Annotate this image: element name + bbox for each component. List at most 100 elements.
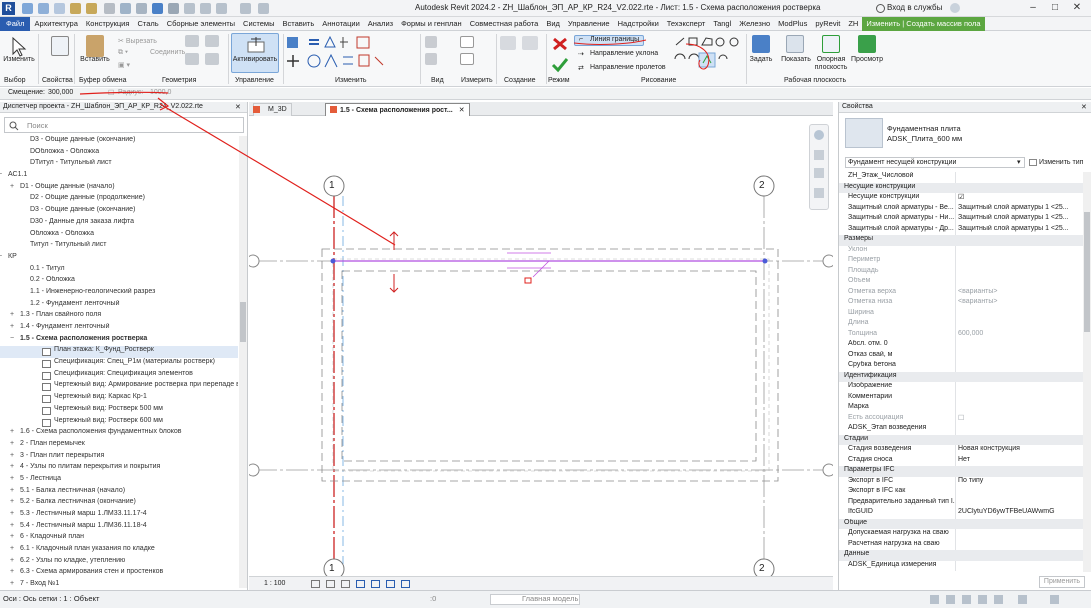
show-workplane-icon[interactable] <box>786 35 804 53</box>
ribbon-tab[interactable]: Надстройки <box>614 17 663 31</box>
paste-button[interactable]: Вставить <box>80 56 110 63</box>
select-pinned-icon[interactable] <box>962 595 971 604</box>
show-workplane-button[interactable]: Показать <box>779 56 813 63</box>
tree-item[interactable]: +1.6 - Схема расположения фундаментных б… <box>0 428 238 440</box>
select-by-face-icon[interactable] <box>978 595 987 604</box>
browser-scroll-thumb[interactable] <box>240 302 246 342</box>
property-value[interactable]: Защитный слой арматуры 1 <25... <box>958 204 1080 211</box>
property-row[interactable]: Срубка бетона <box>839 361 1083 372</box>
property-row[interactable]: Предварительно заданный тип I... <box>839 497 1083 508</box>
tree-item[interactable]: +1.3 - План свайного поля <box>0 311 238 323</box>
property-group[interactable]: Идентификация <box>839 371 1083 382</box>
context-tab[interactable]: Изменить | Создать массив пола <box>862 17 985 31</box>
tree-item[interactable]: Спецификация: Спец_Р1м (материалы ростве… <box>0 358 238 370</box>
login-link[interactable]: Вход в службы <box>887 3 942 12</box>
zoom-icon[interactable] <box>814 150 824 160</box>
create-assembly-icon[interactable] <box>500 36 516 50</box>
property-row[interactable]: Есть ассоциация ☐ <box>839 413 1083 424</box>
tree-item[interactable]: +1.4 - Фундамент ленточный <box>0 323 238 335</box>
panel-select[interactable]: Выбор <box>4 77 26 84</box>
tree-item[interactable]: +4 - Узлы по плитам перекрытия и покрыти… <box>0 463 238 475</box>
properties-icon[interactable] <box>51 36 69 56</box>
tree-item[interactable]: D3 - Общие данные (окончание) <box>0 206 238 218</box>
property-row[interactable]: Марка <box>839 403 1083 414</box>
tree-item[interactable]: +3 - План плит перекрытия <box>0 452 238 464</box>
expand-toggle-icon[interactable]: + <box>10 183 18 190</box>
property-row[interactable]: Абсл. отм. 0 <box>839 340 1083 351</box>
select-links-icon[interactable] <box>930 595 939 604</box>
tree-item[interactable]: План этажа: К_Фунд_Ростверк <box>0 346 238 359</box>
modify-button[interactable]: Изменить <box>2 56 36 63</box>
measure-icon[interactable] <box>120 3 131 14</box>
tree-item[interactable]: +5.1 - Балка лестничная (начало) <box>0 487 238 499</box>
ribbon-tab[interactable]: Управление <box>564 17 614 31</box>
sync-icon[interactable] <box>54 3 65 14</box>
property-row[interactable]: Площадь <box>839 266 1083 277</box>
tree-item[interactable]: DОбложка - Обложка <box>0 148 238 160</box>
join-button[interactable]: Соединить <box>150 49 185 56</box>
close-icon[interactable]: ✕ <box>1070 2 1084 15</box>
open-icon[interactable] <box>22 3 33 14</box>
print-icon[interactable] <box>104 3 115 14</box>
property-row[interactable]: Экспорт в IFC По типу <box>839 476 1083 487</box>
ribbon-tab[interactable]: Tangl <box>709 17 735 31</box>
cut-button[interactable]: ✂ Вырезать <box>118 37 157 45</box>
close-panel-icon[interactable]: ✕ <box>235 103 241 111</box>
property-row[interactable]: Объем <box>839 277 1083 288</box>
lightbulb-icon[interactable] <box>425 36 437 48</box>
property-value[interactable]: Защитный слой арматуры 1 <25... <box>958 214 1080 221</box>
close-tab-icon[interactable]: ✕ <box>453 107 465 114</box>
tree-item[interactable]: Чертежный вид: Каркас Кр-1 <box>0 393 238 405</box>
edit-type-button[interactable]: Изменить тип <box>1039 159 1083 166</box>
reveal-hidden-icon[interactable] <box>401 580 410 588</box>
grid-bubble-b-left[interactable] <box>249 463 260 477</box>
browser-scrollbar[interactable] <box>239 136 247 588</box>
switch-windows-icon[interactable] <box>258 3 269 14</box>
tree-item[interactable]: +6.2 - Узлы по кладке, утеплению <box>0 557 238 569</box>
radius-input[interactable]: 1000,0 <box>150 89 171 96</box>
property-row[interactable]: Допускаемая нагрузка на сваю <box>839 529 1083 540</box>
property-value[interactable]: <варианты> <box>958 298 1080 305</box>
tree-item[interactable]: 0.2 - Обложка <box>0 276 238 288</box>
ribbon-tab[interactable]: Сборные элементы <box>163 17 239 31</box>
tree-item[interactable]: +6.3 - Схема армирования стен и простенк… <box>0 568 238 580</box>
property-row[interactable]: Отказ свай, м <box>839 350 1083 361</box>
property-group[interactable]: Параметры IFC <box>839 466 1083 477</box>
ribbon-tab[interactable]: Совместная работа <box>466 17 543 31</box>
ref-plane-button[interactable]: Опорная плоскость <box>811 56 851 72</box>
ribbon-tab[interactable]: Железно <box>735 17 774 31</box>
background-processes-icon[interactable] <box>1050 595 1059 604</box>
expand-toggle-icon[interactable]: + <box>10 498 18 505</box>
activate-icon[interactable] <box>245 36 267 56</box>
finish-edit-icon[interactable] <box>551 57 569 73</box>
property-row[interactable]: Периметр <box>839 256 1083 267</box>
tree-item[interactable]: +5.3 - Лестничный марш 1.ЛМ33.11.17-4 <box>0 510 238 522</box>
temp-hide-icon[interactable] <box>386 580 395 588</box>
revit-logo[interactable]: R <box>2 2 15 15</box>
set-workplane-button[interactable]: Задать <box>746 56 776 63</box>
tree-item[interactable]: − АС1.1 <box>0 171 238 183</box>
draw-tools[interactable] <box>672 35 744 75</box>
expand-toggle-icon[interactable]: + <box>10 487 18 494</box>
property-row[interactable]: Защитный слой арматуры - Др... Защитный с… <box>839 224 1083 235</box>
slope-arrow-button[interactable]: Направление уклона <box>590 50 658 57</box>
slab-outline-outer[interactable] <box>321 248 779 482</box>
slab-outline-inner[interactable] <box>341 270 757 462</box>
expand-toggle-icon[interactable]: + <box>10 557 18 564</box>
geometry-cut-icon[interactable] <box>185 35 199 47</box>
ribbon-tab[interactable]: Сталь <box>133 17 162 31</box>
line-endpoint[interactable] <box>762 258 768 264</box>
category-filter-select[interactable]: Фундамент несущей конструкции <box>845 157 1025 168</box>
set-workplane-icon[interactable] <box>752 35 770 53</box>
radius-checkbox[interactable]: ☐ <box>108 89 114 97</box>
select-underlay-icon[interactable] <box>946 595 955 604</box>
tree-item[interactable]: 0.1 - Титул <box>0 265 238 277</box>
property-row[interactable]: Отметка низа <варианты> <box>839 298 1083 309</box>
save-icon[interactable] <box>38 3 49 14</box>
property-group[interactable]: Общие <box>839 518 1083 529</box>
property-row[interactable]: Длина <box>839 319 1083 330</box>
dimension-tool-icon[interactable] <box>460 53 474 65</box>
maximize-icon[interactable]: □ <box>1048 2 1062 15</box>
property-row[interactable]: ADSK_Этап возведения <box>839 424 1083 435</box>
3d-view-icon[interactable] <box>184 3 195 14</box>
